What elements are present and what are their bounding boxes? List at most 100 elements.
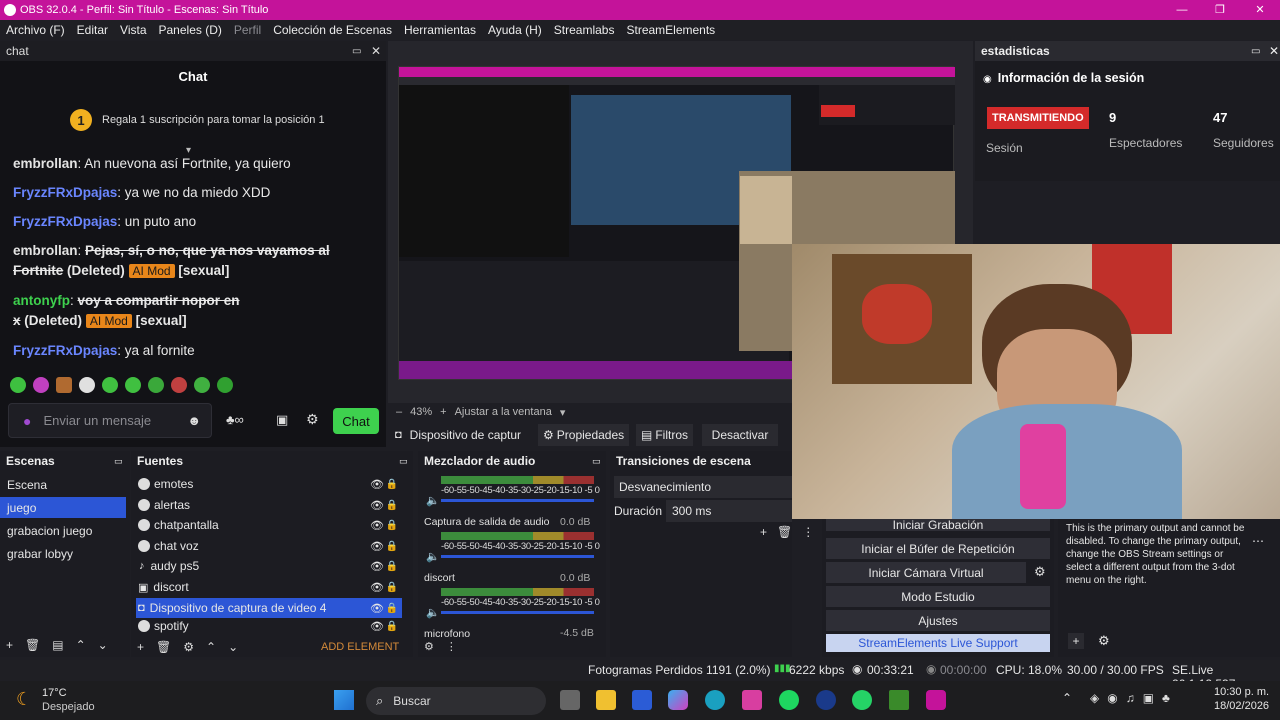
- filter-icon[interactable]: ▤: [52, 638, 63, 652]
- visibility-icon[interactable]: 👁: [370, 519, 384, 532]
- promo-banner[interactable]: 1 Regala 1 suscripción para tomar la pos…: [70, 107, 370, 133]
- replay-buffer-button[interactable]: Iniciar el Búfer de Repetición: [826, 538, 1050, 559]
- source-row-selected[interactable]: ◘ Dispositivo de captura de video 4 👁 🔒: [136, 598, 402, 618]
- menu-docks[interactable]: Paneles (D): [159, 23, 222, 37]
- filters-button[interactable]: ▤ Filtros: [636, 424, 694, 446]
- task-view-icon[interactable]: [560, 690, 580, 710]
- chat-username[interactable]: FryzzFRxDpajas: [13, 343, 117, 358]
- gear-icon[interactable]: ⚙: [1098, 633, 1110, 649]
- visibility-icon[interactable]: 👁: [370, 560, 384, 573]
- source-row[interactable]: alertas 👁 🔒: [136, 495, 402, 515]
- lock-icon[interactable]: 🔒: [386, 603, 398, 614]
- float-icon[interactable]: ▭: [592, 456, 601, 467]
- lock-icon[interactable]: 🔒: [386, 541, 398, 552]
- gift-icon[interactable]: ▣: [276, 412, 288, 428]
- virtual-camera-button[interactable]: Iniciar Cámara Virtual: [826, 562, 1026, 583]
- delete-scene-icon[interactable]: 🗑: [25, 638, 40, 652]
- zoom-out-icon[interactable]: –: [396, 406, 402, 418]
- chat-send-button[interactable]: Chat: [333, 408, 379, 434]
- volume-slider[interactable]: [441, 499, 594, 502]
- duration-input[interactable]: 300 ms: [666, 500, 792, 522]
- float-icon[interactable]: ▭: [114, 456, 123, 467]
- file-explorer-icon[interactable]: [596, 690, 616, 710]
- float-icon[interactable]: ▭: [352, 46, 361, 57]
- tools-icon[interactable]: ♣∞: [226, 412, 244, 427]
- chevron-down-icon[interactable]: ▾: [560, 406, 566, 419]
- store-icon[interactable]: [742, 690, 762, 710]
- emoji-icon[interactable]: ☻: [187, 413, 201, 428]
- delete-source-icon[interactable]: 🗑: [156, 640, 171, 654]
- add-output-icon[interactable]: +: [1068, 633, 1084, 649]
- lock-icon[interactable]: 🔒: [386, 500, 398, 511]
- source-row[interactable]: spotify 👁 🔒: [136, 618, 402, 634]
- spotify-icon[interactable]: [779, 690, 799, 710]
- emote-icon[interactable]: [56, 377, 72, 393]
- taskbar-search[interactable]: ⌕ Buscar: [366, 687, 546, 715]
- start-recording-button[interactable]: Iniciar Grabación: [826, 519, 1050, 531]
- chat-input[interactable]: ● Enviar un mensaje ☻: [8, 403, 212, 438]
- chat-username[interactable]: antonyfp: [13, 293, 70, 308]
- edge-icon[interactable]: [705, 690, 725, 710]
- source-row[interactable]: chatpantalla 👁 🔒: [136, 515, 402, 535]
- emote-icon[interactable]: [102, 377, 118, 393]
- speaker-icon[interactable]: 🔈: [426, 494, 440, 507]
- float-icon[interactable]: ▭: [399, 456, 408, 467]
- more-icon[interactable]: ⋮: [446, 640, 457, 653]
- lock-icon[interactable]: 🔒: [386, 520, 398, 531]
- visibility-icon[interactable]: 👁: [370, 478, 384, 491]
- emote-icon[interactable]: [125, 377, 141, 393]
- settings-button[interactable]: Ajustes: [826, 610, 1050, 631]
- visibility-icon[interactable]: 👁: [370, 581, 384, 594]
- add-transition-icon[interactable]: +: [760, 525, 767, 539]
- minecraft-icon[interactable]: [889, 690, 909, 710]
- more-icon[interactable]: ⋮: [802, 525, 814, 539]
- more-icon[interactable]: ⋯: [1252, 534, 1264, 548]
- source-row[interactable]: ♪ audy ps5 👁 🔒: [136, 556, 402, 576]
- add-element-button[interactable]: ADD ELEMENT: [321, 641, 399, 653]
- visibility-icon[interactable]: 👁: [370, 499, 384, 512]
- float-icon[interactable]: ▭: [1251, 46, 1260, 57]
- gear-icon[interactable]: ⚙: [183, 640, 194, 654]
- menu-file[interactable]: Archivo (F): [6, 23, 65, 37]
- emote-icon[interactable]: [79, 377, 95, 393]
- menu-help[interactable]: Ayuda (H): [488, 23, 542, 37]
- scene-item[interactable]: grabar lobyy: [0, 543, 130, 564]
- emote-icon[interactable]: [33, 377, 49, 393]
- close-icon[interactable]: ✕: [1240, 0, 1280, 20]
- source-row[interactable]: emotes 👁 🔒: [136, 474, 402, 494]
- menu-scene-collection[interactable]: Colección de Escenas: [273, 23, 392, 37]
- emote-icon[interactable]: [171, 377, 187, 393]
- fit-label[interactable]: Ajustar a la ventana: [455, 406, 552, 418]
- emote-icon[interactable]: [10, 377, 26, 393]
- menu-edit[interactable]: Editar: [77, 23, 108, 37]
- scene-item[interactable]: Escena: [0, 474, 130, 495]
- chat-username[interactable]: embrollan: [13, 243, 78, 258]
- word-icon[interactable]: [632, 690, 652, 710]
- menu-profile[interactable]: Perfil: [234, 23, 261, 37]
- gear-icon[interactable]: ⚙: [1034, 564, 1046, 580]
- emote-icon[interactable]: [194, 377, 210, 393]
- scene-item-selected[interactable]: juego: [0, 497, 126, 518]
- deactivate-button[interactable]: Desactivar: [702, 424, 778, 446]
- emote-icon[interactable]: [217, 377, 233, 393]
- lock-icon[interactable]: 🔒: [386, 621, 398, 632]
- app-icon[interactable]: [816, 690, 836, 710]
- tray-icons[interactable]: ◈◉♫▣♣: [1090, 691, 1178, 705]
- delete-transition-icon[interactable]: 🗑: [777, 525, 792, 539]
- properties-button[interactable]: ⚙ Propiedades: [538, 424, 630, 446]
- move-up-icon[interactable]: ⌃: [76, 638, 86, 652]
- zoom-in-icon[interactable]: +: [440, 406, 446, 418]
- gear-icon[interactable]: ⚙: [424, 640, 434, 653]
- speaker-icon[interactable]: 🔈: [426, 550, 440, 563]
- add-scene-icon[interactable]: +: [6, 638, 13, 652]
- move-down-icon[interactable]: ⌄: [98, 638, 108, 652]
- close-dock-icon[interactable]: ✕: [371, 44, 381, 58]
- maximize-icon[interactable]: ❐: [1200, 0, 1240, 20]
- microphone-icon[interactable]: ●: [23, 413, 31, 429]
- add-source-icon[interactable]: +: [137, 640, 144, 654]
- whatsapp-icon[interactable]: [852, 690, 872, 710]
- lock-icon[interactable]: 🔒: [386, 561, 398, 572]
- tray-chevron-icon[interactable]: ⌃: [1062, 691, 1072, 705]
- visibility-icon[interactable]: 👁: [370, 602, 384, 615]
- transition-select[interactable]: Desvanecimiento: [614, 476, 792, 498]
